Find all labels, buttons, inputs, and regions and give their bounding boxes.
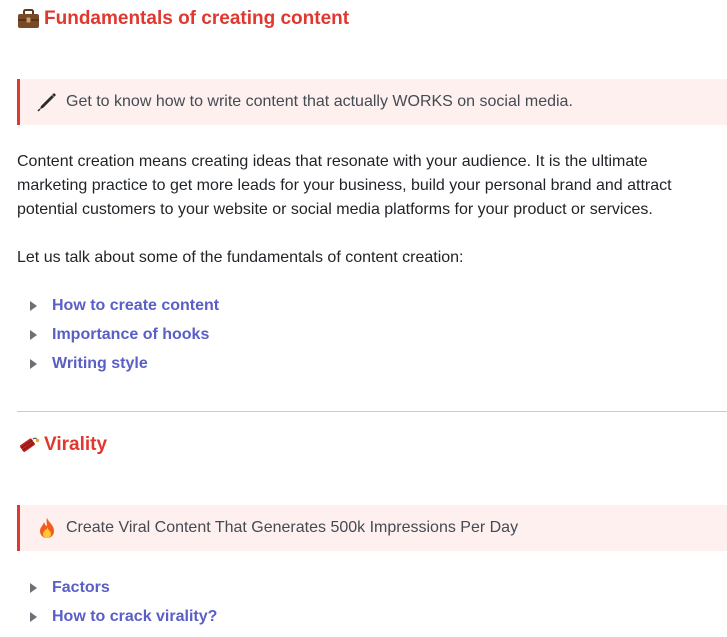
toggle-item-importance-of-hooks[interactable]: Importance of hooks bbox=[17, 320, 219, 349]
caret-right-icon[interactable] bbox=[30, 329, 37, 340]
toggle-item-how-to-create-content[interactable]: How to create content bbox=[17, 291, 219, 320]
pen-icon bbox=[36, 91, 58, 113]
caret-right-icon[interactable] bbox=[30, 300, 37, 311]
toggle-label[interactable]: Writing style bbox=[52, 355, 148, 373]
caret-right-icon[interactable] bbox=[30, 358, 37, 369]
toggle-list-virality: Factors How to crack virality? bbox=[17, 573, 217, 631]
toggle-list-fundamentals: How to create content Importance of hook… bbox=[17, 291, 219, 378]
callout-text: Get to know how to write content that ac… bbox=[66, 93, 573, 110]
caret-right-icon[interactable] bbox=[30, 611, 37, 622]
section-heading-virality: Virality bbox=[17, 433, 107, 457]
section-title: Fundamentals of creating content bbox=[44, 8, 350, 29]
toggle-label[interactable]: Factors bbox=[52, 579, 110, 597]
toggle-item-writing-style[interactable]: Writing style bbox=[17, 349, 219, 378]
firecracker-icon bbox=[17, 434, 40, 456]
fire-icon bbox=[36, 517, 58, 539]
toggle-label[interactable]: Importance of hooks bbox=[52, 326, 209, 344]
callout-text: Create Viral Content That Generates 500k… bbox=[66, 519, 519, 536]
toggle-label[interactable]: How to create content bbox=[52, 297, 219, 315]
paragraph-fundamentals: Let us talk about some of the fundamenta… bbox=[17, 249, 464, 266]
divider bbox=[17, 411, 727, 412]
paragraph-intro: Content creation means creating ideas th… bbox=[17, 153, 672, 218]
briefcase-icon bbox=[17, 8, 40, 30]
toggle-label[interactable]: How to crack virality? bbox=[52, 608, 217, 626]
toggle-item-how-to-crack-virality[interactable]: How to crack virality? bbox=[17, 602, 217, 631]
caret-right-icon[interactable] bbox=[30, 582, 37, 593]
callout-fundamentals: Get to know how to write content that ac… bbox=[17, 79, 727, 125]
section-title: Virality bbox=[44, 434, 108, 455]
toggle-item-factors[interactable]: Factors bbox=[17, 573, 217, 602]
section-heading-fundamentals: Fundamentals of creating content bbox=[17, 7, 349, 31]
callout-virality: Create Viral Content That Generates 500k… bbox=[17, 505, 727, 551]
